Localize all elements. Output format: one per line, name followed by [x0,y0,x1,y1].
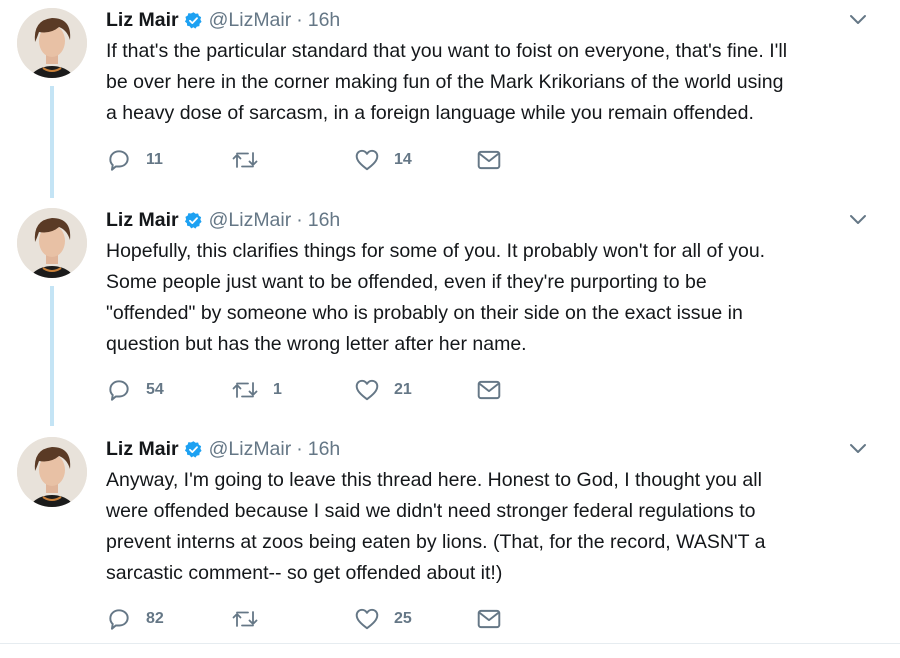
reply-count: 54 [146,381,164,398]
tweet-header: Liz Mair @LizMair · 16h [106,206,340,234]
chevron-down-icon[interactable] [846,439,870,459]
retweet-button[interactable] [231,145,273,175]
reply-button[interactable]: 11 [106,145,163,175]
author-handle[interactable]: @LizMair [209,209,292,232]
retweet-icon [232,611,258,627]
retweet-button[interactable] [231,604,273,634]
avatar-image [17,208,87,278]
reply-count: 11 [146,151,163,168]
verified-badge-icon [184,11,203,30]
separator-dot: · [296,208,303,231]
timestamp[interactable]: 16h [308,438,341,461]
reply-bubble-icon [109,150,129,171]
reply-button[interactable]: 54 [106,375,164,405]
heart-icon [355,379,379,401]
separator-dot: · [296,8,303,31]
like-button[interactable]: 14 [354,145,412,175]
author-handle[interactable]: @LizMair [209,438,292,461]
tweet-header: Liz Mair @LizMair · 16h [106,6,340,34]
verified-badge-icon [184,440,203,459]
retweet-count: 1 [273,381,282,398]
retweet-icon [232,382,258,398]
author-name[interactable]: Liz Mair [106,438,179,461]
retweet-button[interactable]: 1 [231,375,282,405]
envelope-icon [477,609,501,629]
separator-dot: · [296,437,303,460]
like-button[interactable]: 25 [354,604,412,634]
direct-message-button[interactable] [476,604,502,634]
like-count: 21 [394,381,412,398]
author-handle[interactable]: @LizMair [209,9,292,32]
like-count: 25 [394,610,412,627]
reply-count: 82 [146,610,164,627]
reply-bubble-icon [109,380,129,401]
chevron-down-icon[interactable] [846,210,870,230]
reply-button[interactable]: 82 [106,604,164,634]
author-name[interactable]: Liz Mair [106,9,179,32]
avatar-image [17,8,87,78]
tweet-text: Hopefully, this clarifies things for som… [106,240,766,355]
avatar[interactable] [17,437,87,507]
heart-icon [355,608,379,630]
heart-icon [355,149,379,171]
avatar[interactable] [17,208,87,278]
like-button[interactable]: 21 [354,375,412,405]
divider [0,643,900,644]
verified-badge-icon [184,211,203,230]
envelope-icon [477,150,501,170]
tweet-text: Anyway, I'm going to leave this thread h… [106,469,766,584]
like-count: 14 [394,151,412,168]
author-name[interactable]: Liz Mair [106,209,179,232]
envelope-icon [477,380,501,400]
tweet-header: Liz Mair @LizMair · 16h [106,435,340,463]
tweet-text: If that's the particular standard that y… [106,40,788,124]
direct-message-button[interactable] [476,145,502,175]
chevron-down-icon[interactable] [846,10,870,30]
avatar-image [17,437,87,507]
timestamp[interactable]: 16h [308,9,341,32]
timestamp[interactable]: 16h [308,209,341,232]
tweet[interactable]: Liz Mair @LizMair · 16h Anyway, I'm goin… [0,429,900,658]
tweet[interactable]: Liz Mair @LizMair · 16h If that's the pa… [0,0,900,229]
avatar[interactable] [17,8,87,78]
tweet[interactable]: Liz Mair @LizMair · 16h Hopefully, this … [0,200,900,429]
retweet-icon [232,152,258,168]
direct-message-button[interactable] [476,375,502,405]
reply-bubble-icon [109,609,129,630]
